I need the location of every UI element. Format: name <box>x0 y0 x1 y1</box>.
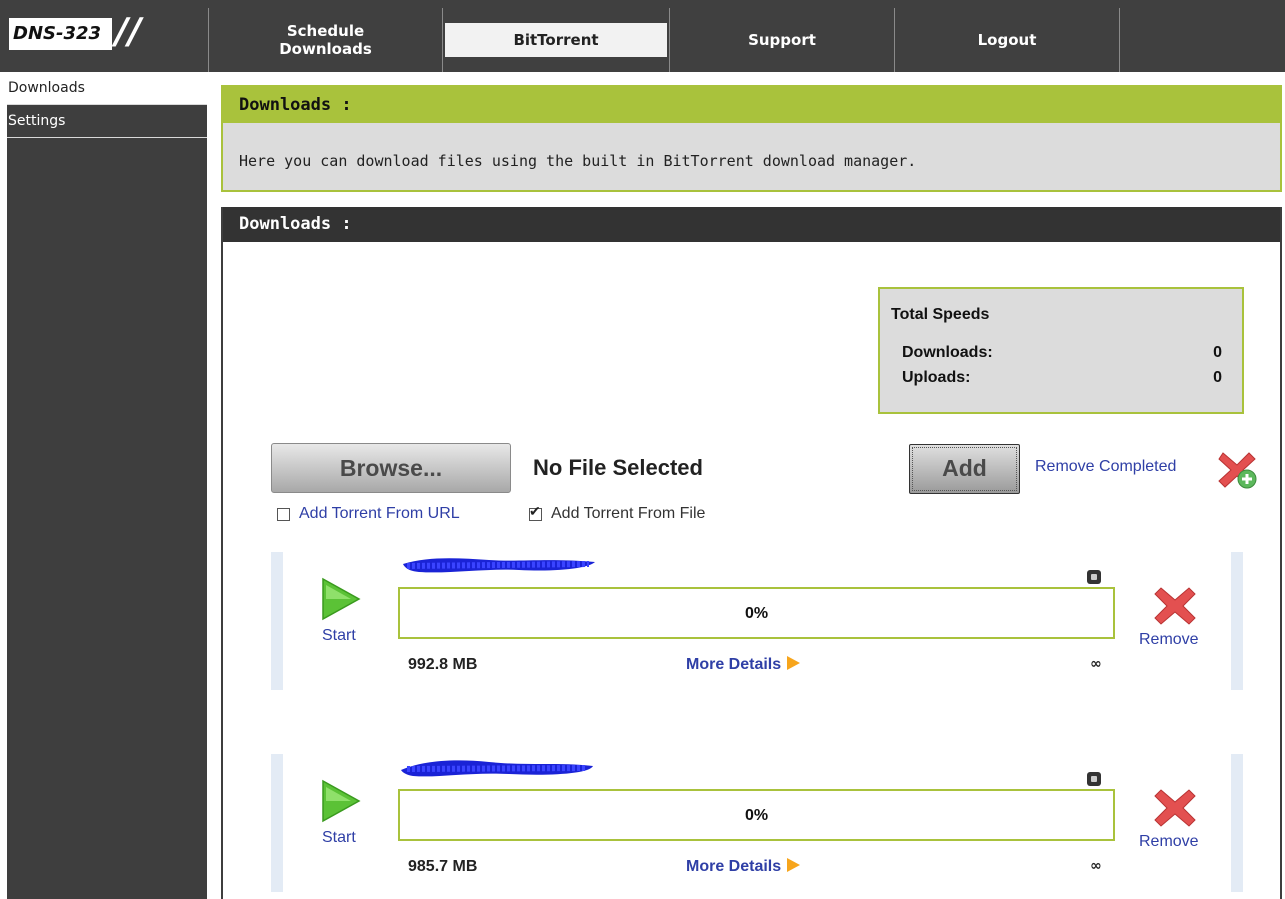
redacted-torrent-name <box>401 760 593 777</box>
progress-bar: 0% <box>398 789 1115 841</box>
downloads-speed-value: 0 <box>1213 344 1222 361</box>
remove-completed-link[interactable]: Remove Completed <box>1035 458 1176 476</box>
info-panel-title: Downloads : <box>223 87 1280 123</box>
uploads-speed-value: 0 <box>1213 369 1222 386</box>
progress-text: 0% <box>744 605 769 622</box>
logo-slashes: // <box>115 11 142 52</box>
nav-schedule-downloads[interactable]: Schedule Downloads <box>209 8 442 72</box>
more-details-link[interactable]: More Details <box>686 656 801 674</box>
uploads-speed-label: Uploads: <box>902 369 971 386</box>
progress-bar: 0% <box>398 587 1115 639</box>
add-from-file-option[interactable]: Add Torrent From File <box>529 503 705 523</box>
torrent-size: 992.8 MB <box>408 656 478 673</box>
info-panel-text: Here you can download files using the bu… <box>239 152 917 170</box>
orange-arrow-icon <box>787 656 801 670</box>
stop-icon[interactable] <box>1086 569 1102 585</box>
start-play-icon[interactable] <box>321 779 361 823</box>
add-from-file-checkbox[interactable] <box>529 503 542 521</box>
add-from-url-checkbox[interactable] <box>277 507 290 521</box>
nav-bittorrent[interactable]: BitTorrent <box>443 8 669 72</box>
stop-icon[interactable] <box>1086 771 1102 787</box>
remove-x-icon[interactable] <box>1153 786 1197 830</box>
nav-logout[interactable]: Logout <box>895 8 1119 72</box>
start-label[interactable]: Start <box>322 829 356 847</box>
remove-completed-icon[interactable] <box>1215 447 1259 491</box>
sidebar: Downloads Settings <box>7 72 207 899</box>
total-speeds-title: Total Speeds <box>891 306 990 323</box>
dns-323-logo: DNS-323 // <box>9 12 204 56</box>
progress-text: 0% <box>744 807 769 824</box>
nav-support[interactable]: Support <box>670 8 894 72</box>
eta-infinity: ∞ <box>1090 858 1102 874</box>
torrent-row: Start 0% 985.7 MB More Details ∞ Remove <box>271 754 1243 892</box>
sidebar-item-settings[interactable]: Settings <box>7 105 207 138</box>
torrent-row: Start 0% 992.8 MB More Details ∞ Remove <box>271 552 1243 690</box>
downloads-panel: Downloads : Total Speeds Downloads: 0 Up… <box>221 207 1282 899</box>
sidebar-item-downloads[interactable]: Downloads <box>7 72 207 105</box>
torrent-size: 985.7 MB <box>408 858 478 875</box>
remove-label[interactable]: Remove <box>1139 833 1199 851</box>
add-button[interactable]: Add <box>909 444 1020 494</box>
browse-button[interactable]: Browse... <box>271 443 511 493</box>
orange-arrow-icon <box>787 858 801 872</box>
file-status-text: No File Selected <box>533 455 703 480</box>
add-from-url-option[interactable]: Add Torrent From URL <box>277 505 460 523</box>
total-speeds-box: Total Speeds Downloads: 0 Uploads: 0 <box>878 287 1244 414</box>
start-play-icon[interactable] <box>321 577 361 621</box>
logo-text: DNS-323 <box>13 23 102 44</box>
more-details-link[interactable]: More Details <box>686 858 801 876</box>
add-from-url-label[interactable]: Add Torrent From URL <box>299 505 460 523</box>
eta-infinity: ∞ <box>1090 656 1102 672</box>
remove-x-icon[interactable] <box>1153 584 1197 628</box>
info-panel: Downloads : Here you can download files … <box>221 85 1282 192</box>
bittorrent-page: DNS-323 // Schedule Downloads BitTorrent… <box>0 0 1285 899</box>
remove-label[interactable]: Remove <box>1139 631 1199 649</box>
downloads-speed-label: Downloads: <box>902 344 993 361</box>
downloads-panel-title: Downloads : <box>223 207 1280 242</box>
redacted-torrent-name <box>403 558 595 573</box>
start-label[interactable]: Start <box>322 627 356 645</box>
add-from-file-label[interactable]: Add Torrent From File <box>551 505 705 523</box>
top-navigation-bar: DNS-323 // Schedule Downloads BitTorrent… <box>0 0 1285 72</box>
